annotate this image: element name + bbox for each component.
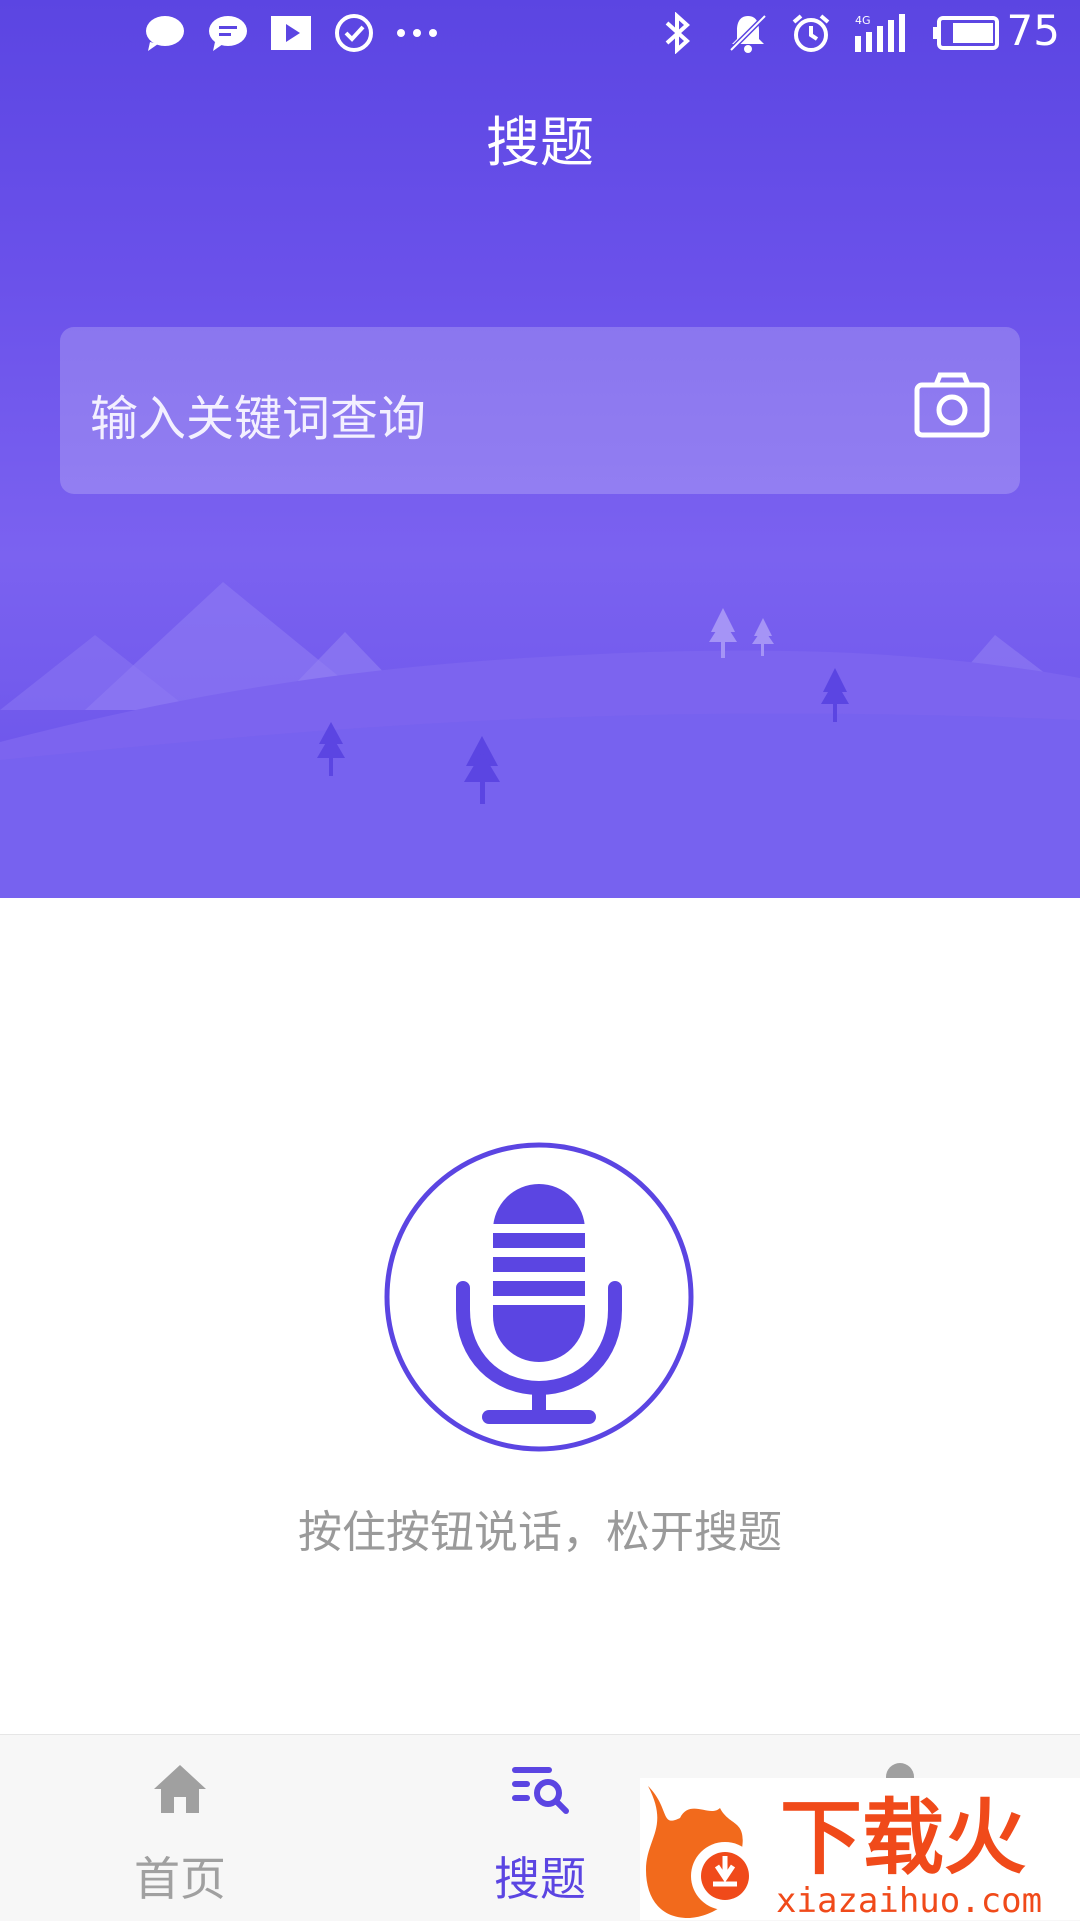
mute-icon	[725, 10, 771, 56]
camera-icon[interactable]	[914, 371, 990, 439]
home-icon	[150, 1759, 210, 1819]
video-icon	[268, 10, 314, 56]
battery-level: 75	[1006, 6, 1060, 55]
header-banner: 4G 75 搜题 输入关键词查询	[0, 0, 1080, 898]
search-list-icon	[510, 1759, 570, 1819]
message-icon	[142, 10, 188, 56]
microphone-icon	[384, 1142, 694, 1452]
voice-search-button[interactable]	[384, 1142, 694, 1452]
bluetooth-icon	[655, 10, 701, 56]
nav-item-home[interactable]: 首页	[0, 1735, 360, 1921]
watermark-site: xiazaihuo.com	[776, 1881, 1042, 1920]
network-label: 4G	[855, 14, 871, 27]
check-icon	[331, 10, 377, 56]
signal-icon: 4G	[852, 10, 912, 56]
alarm-icon	[788, 10, 834, 56]
chat-icon	[205, 10, 251, 56]
nav-label-home: 首页	[134, 1852, 226, 1906]
landscape-illustration	[0, 582, 1080, 898]
watermark-logo: 下载火 xiazaihuo.com	[640, 1778, 1080, 1920]
battery-icon	[932, 10, 1002, 56]
voice-hint: 按住按钮说话，松开搜题	[298, 1507, 782, 1558]
watermark-brand: 下载火	[780, 1791, 1026, 1886]
status-bar: 4G 75	[0, 0, 1080, 66]
more-icon	[394, 10, 440, 56]
page-title: 搜题	[486, 111, 594, 174]
search-placeholder: 输入关键词查询	[90, 391, 427, 447]
search-input[interactable]: 输入关键词查询	[60, 327, 1020, 494]
